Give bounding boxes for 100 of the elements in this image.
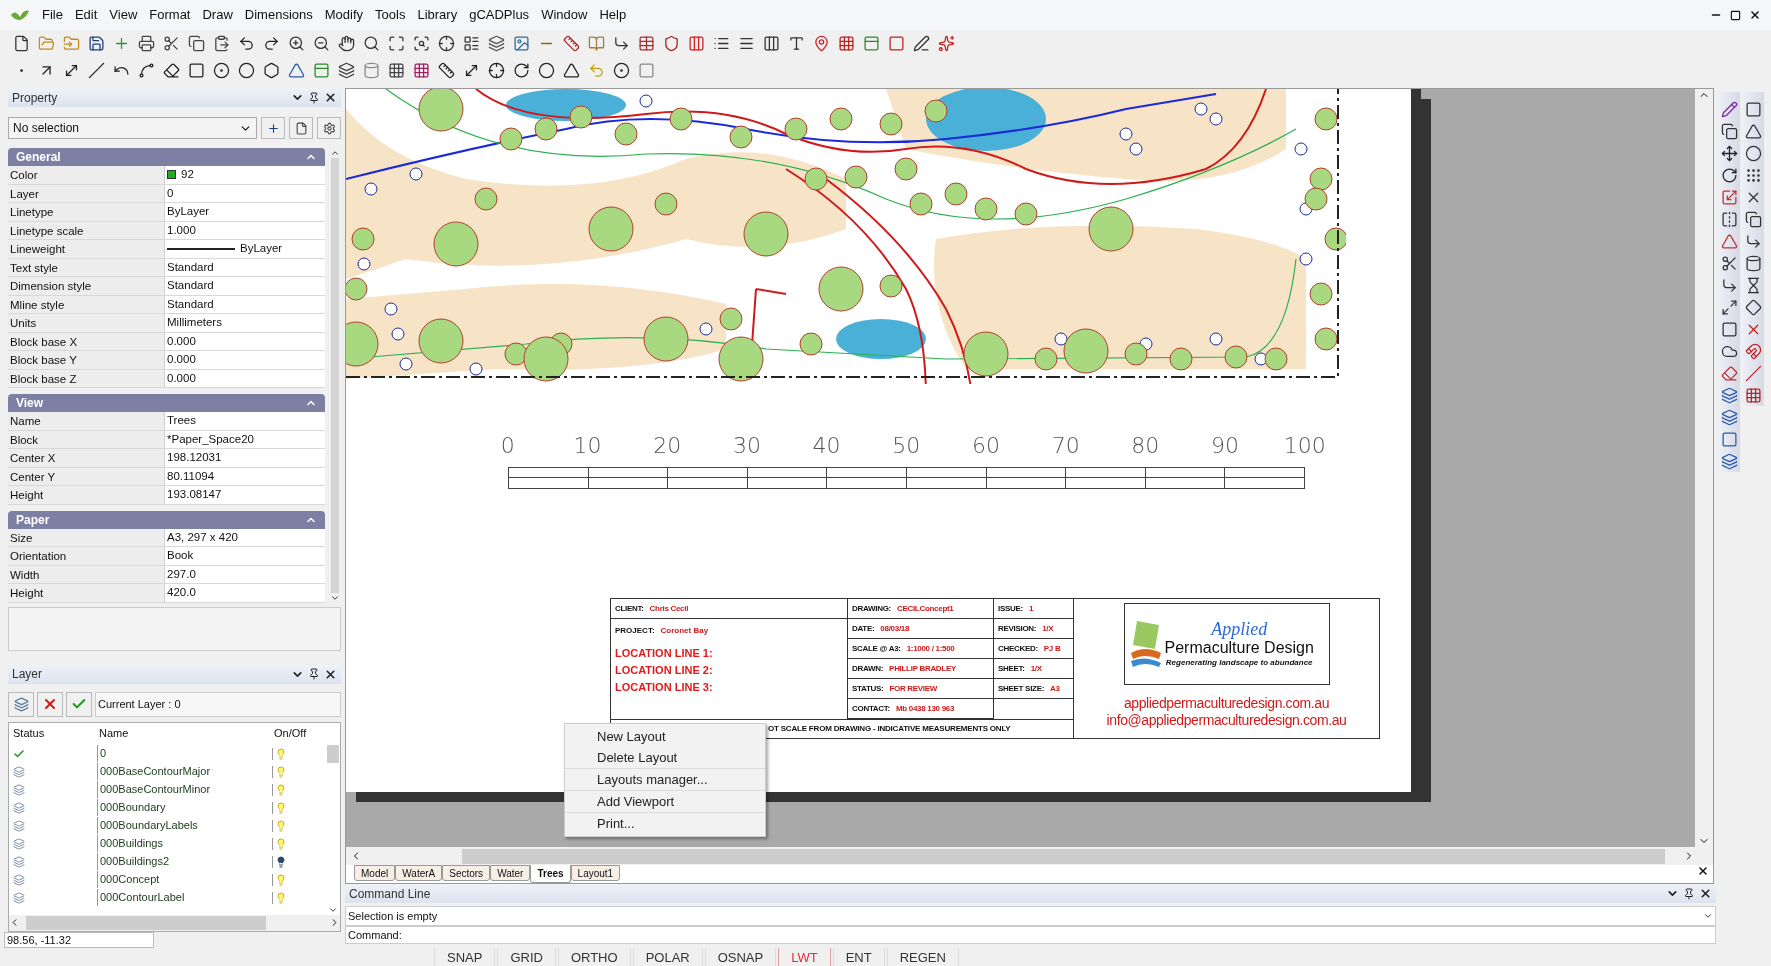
close-icon[interactable] [1697,865,1709,877]
current-layer-field: Current Layer : 0 [95,691,341,717]
property-value: 0.000 [167,333,196,349]
field-label: CHECKED: [998,642,1038,655]
quick-select-button[interactable] [289,117,313,139]
layer-name: 000BaseContourMajor [97,763,272,780]
layout-tab[interactable]: Layout1 [570,865,621,881]
selection-dropdown[interactable]: No selection [8,117,257,139]
property-label: Height [8,486,165,504]
filter-button[interactable] [317,117,341,139]
column-header[interactable]: Status [9,725,97,742]
layer-row[interactable]: 0 [9,744,326,763]
property-value: 0.000 [167,352,196,368]
layer-row[interactable]: 000Buildings2 [9,852,326,871]
layer-row[interactable]: 000Concept [9,870,326,889]
menu-item[interactable]: View [109,5,138,25]
pin-icon[interactable] [1683,887,1695,900]
lightbulb-icon[interactable] [275,855,287,868]
menu-item[interactable]: File [42,5,63,25]
property-label: Block base Y [8,351,165,369]
layer-row[interactable]: 000BoundaryLabels [9,816,326,835]
delete-layer-button[interactable] [37,691,63,717]
menu-item[interactable]: Modify [324,5,364,25]
section-header[interactable]: Paper [8,510,325,529]
new-layer-button[interactable] [8,691,34,717]
cross-icon [42,696,58,712]
drawing-canvas[interactable] [346,89,1695,847]
chevron-up-icon [330,148,340,158]
layer-name: 000Boundary [97,799,272,816]
menu-item[interactable]: Library [417,5,458,25]
menu-item[interactable]: gCADPlus [469,5,530,25]
command-input[interactable]: Command: [345,926,1716,944]
menu-item[interactable]: Window [541,5,588,25]
layer-row[interactable]: 000Buildings [9,834,326,853]
column-header[interactable]: On/Off [272,725,340,742]
restore-icon[interactable] [1730,9,1741,21]
website-link[interactable]: info@appliedpermaculturedesign.com.au [1106,712,1347,729]
context-menu-item[interactable]: Delete Layout [565,747,765,768]
context-menu-item[interactable]: Add Viewport [565,791,765,812]
leaf-app-icon [10,9,30,21]
coordinates-display: 98.56, -11.32 [4,932,154,948]
status-toggle[interactable]: REGEN [886,948,959,966]
layer-row[interactable]: 000BaseContourMajor [9,762,326,781]
property-value: Trees [167,413,196,429]
scale-label: 20 [652,434,683,458]
layout-tab[interactable]: Sectors [442,865,491,881]
menu-item[interactable]: Tools [375,5,406,25]
scrollbar-thumb[interactable] [327,744,339,763]
chevron-down-icon [1703,911,1713,921]
select-objects-button[interactable] [261,117,285,139]
menu-item[interactable]: Draw [202,5,233,25]
website-link[interactable]: appliedpermaculturedesign.com.au [1123,695,1330,712]
menu-item[interactable]: Dimensions [244,5,313,25]
layer-name: 000BoundaryLabels [97,817,272,834]
layer-name: 0 [97,745,272,762]
status-toggle[interactable]: POLAR [632,948,703,966]
leaf-logo-icon [1128,619,1163,669]
close-icon[interactable] [1699,887,1712,900]
context-menu-item[interactable]: New Layout [565,726,765,747]
section-header[interactable]: General [8,148,325,166]
status-toggle[interactable]: ORTHO [557,948,631,966]
scale-label: 40 [811,434,842,458]
status-toggle[interactable]: OSNAP [704,948,777,966]
status-toggle[interactable]: SNAP [434,948,496,966]
scrollbar[interactable] [346,847,1713,865]
column-header[interactable]: Name [97,725,272,742]
gear-icon [322,121,336,135]
pin-icon[interactable] [308,668,320,680]
scrollbar[interactable] [1695,89,1713,847]
scale-label: 0 [499,434,516,458]
context-menu-item[interactable]: Print... [565,813,765,834]
layer-row[interactable]: 000ContourLabel [9,888,326,907]
section-header[interactable]: View [8,394,325,412]
status-toggle[interactable]: ENT [832,948,885,966]
layer-row[interactable]: 000Boundary [9,798,326,817]
status-toggle[interactable]: GRID [497,948,556,966]
menu-item[interactable]: Edit [74,5,98,25]
field-value: 1/X [1030,662,1042,675]
layer-row[interactable]: 000BaseContourMinor [9,780,326,799]
scale-label: 30 [731,434,762,458]
scale-label: 10 [572,434,603,458]
scrollbar[interactable] [326,744,340,915]
layout-tab[interactable]: Trees [530,865,571,883]
close-icon[interactable] [1749,9,1761,21]
layout-tab[interactable]: Water [490,865,531,881]
property-value: 193.08147 [167,487,222,503]
context-menu-item[interactable]: Layouts manager... [565,769,765,790]
layout-tab[interactable]: WaterA [395,865,443,881]
pin-icon[interactable] [308,91,320,104]
close-icon[interactable] [324,91,337,104]
close-icon[interactable] [324,667,337,681]
property-label: Height [8,584,165,602]
set-current-button[interactable] [66,691,92,717]
layer-name: 000Buildings2 [97,853,272,870]
property-label: Dimension style [8,277,165,295]
status-toggle[interactable]: LWT [778,948,831,966]
scrollbar[interactable] [9,914,340,931]
menu-item[interactable]: Format [149,5,191,25]
menu-item[interactable]: Help [599,5,627,25]
layout-tab[interactable]: Model [354,865,396,881]
